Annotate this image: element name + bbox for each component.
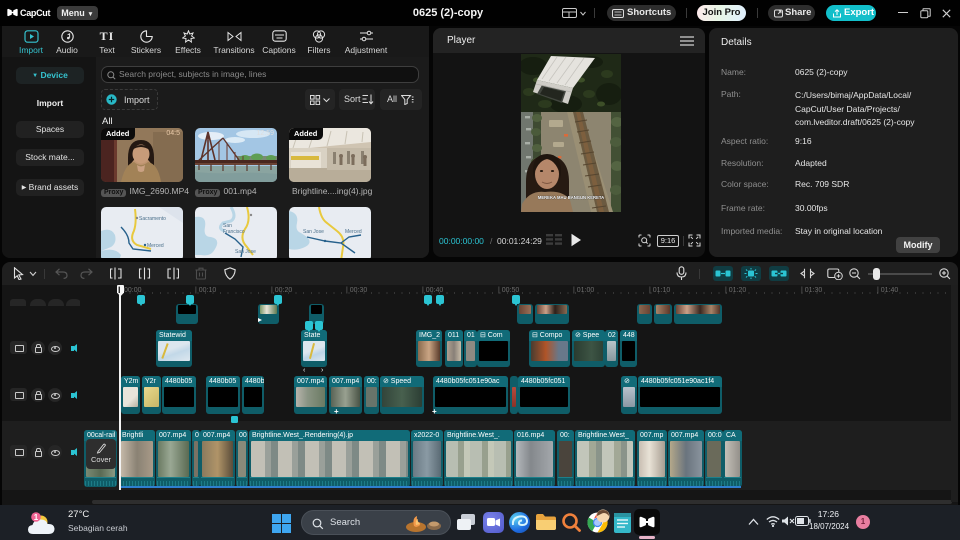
svg-text:Francisco: Francisco xyxy=(223,229,245,235)
svg-text:Sacramento: Sacramento xyxy=(139,216,166,222)
svg-text:1: 1 xyxy=(34,513,39,522)
svg-text:San Jose: San Jose xyxy=(235,249,256,255)
svg-text:San Jose: San Jose xyxy=(303,229,324,235)
svg-text:Merced: Merced xyxy=(147,243,164,249)
svg-text:Merced: Merced xyxy=(345,229,362,235)
svg-text:MEREKA MAU BANGUN KERETA: MEREKA MAU BANGUN KERETA xyxy=(538,195,604,200)
